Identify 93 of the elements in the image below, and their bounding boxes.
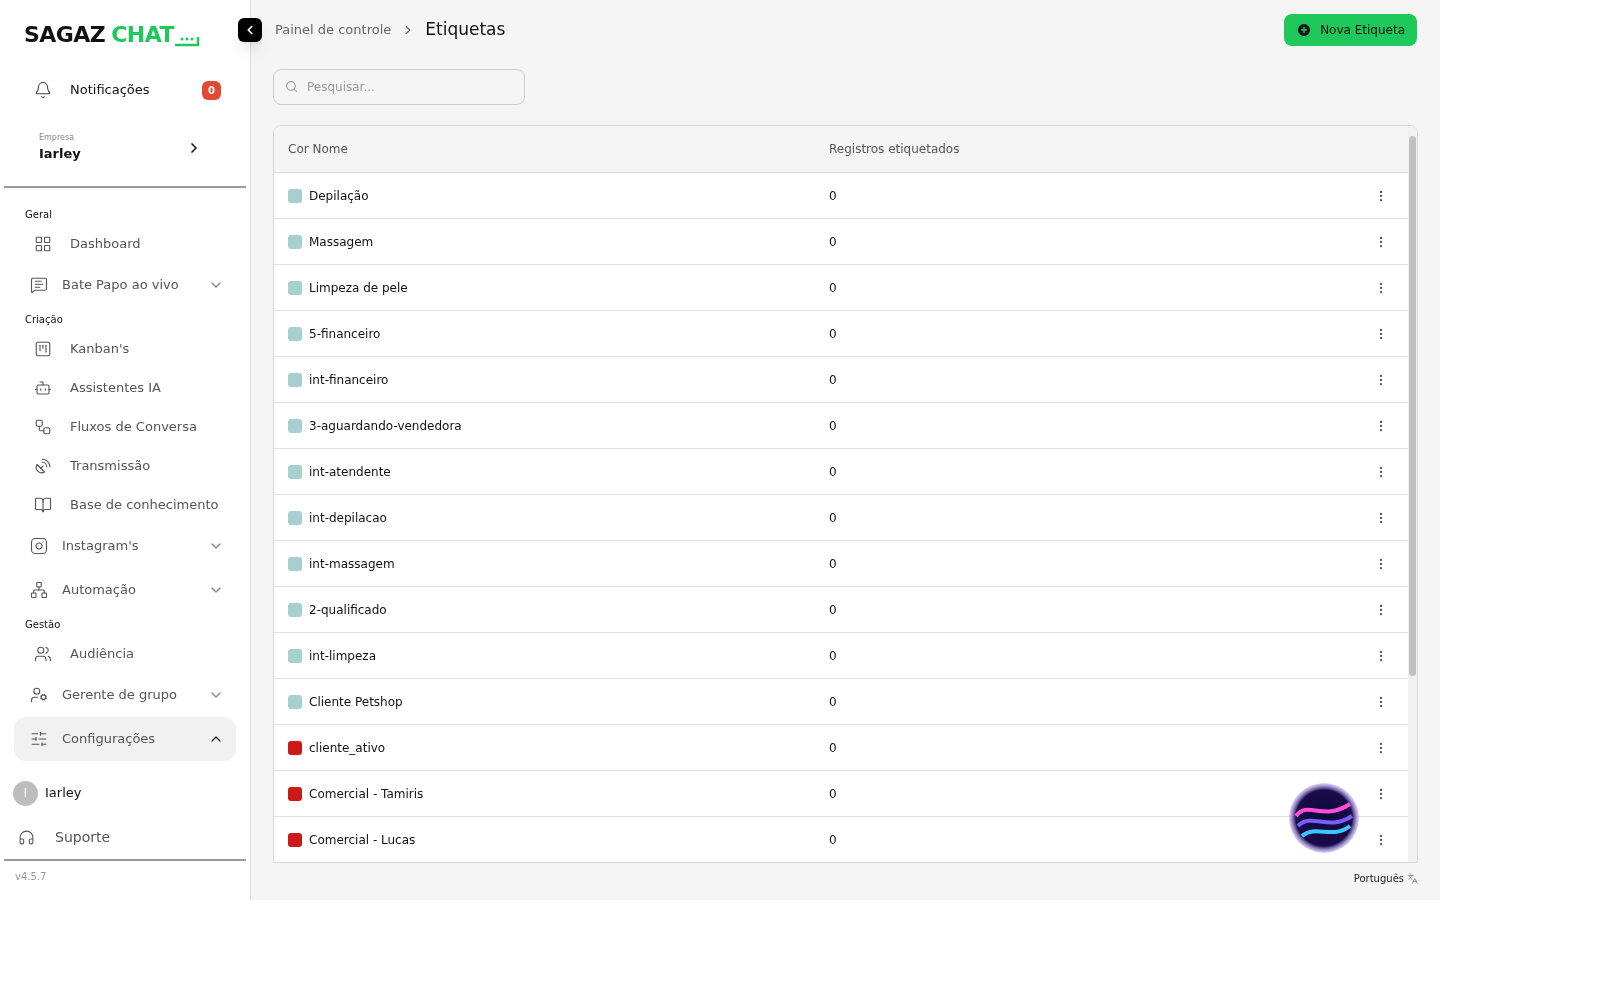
- record-count: 0: [829, 647, 838, 665]
- users-icon: [34, 644, 52, 663]
- nav-group[interactable]: Bate Papo ao vivo: [14, 263, 236, 307]
- table-row[interactable]: 2-qualificado 0: [274, 587, 1408, 633]
- user-gear-icon: [30, 686, 48, 704]
- kanban-icon: [34, 339, 52, 358]
- book-icon: [34, 495, 52, 514]
- company-selector[interactable]: Empresa Iarley: [0, 120, 250, 176]
- tag-name: int-massagem: [309, 555, 395, 573]
- breadcrumb-link[interactable]: Painel de controle: [275, 20, 392, 40]
- table-row[interactable]: int-massagem 0: [274, 541, 1408, 587]
- section-heading: Gestão: [24, 617, 62, 632]
- tag-name: Comercial - Lucas: [309, 831, 416, 849]
- table-row[interactable]: cliente_ativo 0: [274, 725, 1408, 771]
- support-item[interactable]: Suporte: [0, 815, 250, 859]
- record-count: 0: [829, 693, 838, 711]
- tag-name: Limpeza de pele: [309, 279, 408, 297]
- satellite-dish-icon: [34, 456, 52, 475]
- version-label: v4.5.7: [14, 870, 48, 884]
- nav-group[interactable]: Configurações: [14, 717, 236, 761]
- bell-icon: [34, 81, 52, 99]
- assistant-orb-icon[interactable]: [1288, 782, 1360, 854]
- flow-icon: [34, 417, 52, 436]
- record-count: 0: [829, 831, 838, 849]
- record-count: 0: [829, 325, 838, 343]
- tag-name: Cliente Petshop: [309, 693, 403, 711]
- sliders-icon: [30, 730, 48, 748]
- notification-count: 0: [202, 80, 221, 100]
- tag-name: Comercial - Tamiris: [309, 785, 424, 803]
- section-heading: Criação: [24, 312, 64, 327]
- table-row[interactable]: int-limpeza 0: [274, 633, 1408, 679]
- instagram-icon: [30, 537, 48, 555]
- record-count: 0: [829, 785, 838, 803]
- table-row[interactable]: Cliente Petshop 0: [274, 679, 1408, 725]
- record-count: 0: [829, 463, 838, 481]
- nav-item[interactable]: Kanban's: [14, 329, 236, 368]
- tag-name: Depilação: [309, 187, 369, 205]
- table-row[interactable]: Depilação 0: [274, 173, 1408, 219]
- robot-icon: [34, 378, 52, 397]
- tag-name: int-atendente: [309, 463, 391, 481]
- tag-name: cliente_ativo: [309, 739, 386, 757]
- scrollbar[interactable]: [1408, 126, 1417, 862]
- logo: SAGAZ CHAT: [24, 17, 200, 51]
- section-heading: Geral: [24, 207, 53, 222]
- headset-icon: [18, 828, 35, 846]
- record-count: 0: [829, 555, 838, 573]
- column-header: Registros etiquetados: [829, 141, 960, 158]
- table-row[interactable]: 5-financeiro 0: [274, 311, 1408, 357]
- collapse-sidebar-button[interactable]: [238, 18, 262, 42]
- tag-name: 5-financeiro: [309, 325, 381, 343]
- table-row[interactable]: int-financeiro 0: [274, 357, 1408, 403]
- column-header: Cor Nome: [287, 141, 349, 158]
- record-count: 0: [829, 187, 838, 205]
- avatar: I: [13, 780, 38, 806]
- tag-name: int-depilacao: [309, 509, 387, 527]
- tag-name: 2-qualificado: [309, 601, 387, 619]
- language-selector[interactable]: Português: [1353, 871, 1418, 886]
- dashboard-icon: [34, 234, 52, 253]
- page-title: Etiquetas: [425, 18, 506, 42]
- table-row[interactable]: int-atendente 0: [274, 449, 1408, 495]
- nav-item[interactable]: Audiência: [14, 634, 236, 673]
- record-count: 0: [829, 417, 838, 435]
- nav-item[interactable]: Fluxos de Conversa: [14, 407, 236, 446]
- tag-name: 3-aguardando-vendedora: [309, 417, 462, 435]
- nav-item[interactable]: Base de conhecimento: [14, 485, 236, 524]
- nav-item[interactable]: Assistentes IA: [14, 368, 236, 407]
- chat-icon: [30, 276, 48, 294]
- tag-name: int-financeiro: [309, 371, 389, 389]
- search-field[interactable]: Pesquisar...: [273, 69, 525, 105]
- table-row[interactable]: Massagem 0: [274, 219, 1408, 265]
- table-row[interactable]: 3-aguardando-vendedora 0: [274, 403, 1408, 449]
- nav-group[interactable]: Instagram's: [14, 524, 236, 568]
- translate-icon: [1407, 873, 1418, 884]
- network-icon: [30, 581, 48, 599]
- table-row[interactable]: int-depilacao 0: [274, 495, 1408, 541]
- plus-circle-icon: [1296, 22, 1313, 38]
- user-item[interactable]: I Iarley: [0, 775, 250, 811]
- nav-item[interactable]: Transmissão: [14, 446, 236, 485]
- nav-group[interactable]: Gerente de grupo: [14, 673, 236, 717]
- nav-item[interactable]: Dashboard: [14, 224, 236, 263]
- record-count: 0: [829, 739, 838, 757]
- record-count: 0: [829, 601, 838, 619]
- table-row[interactable]: Limpeza de pele 0: [274, 265, 1408, 311]
- tag-name: Massagem: [309, 233, 374, 251]
- tag-name: int-limpeza: [309, 647, 376, 665]
- record-count: 0: [829, 371, 838, 389]
- nav-group[interactable]: Automação: [14, 568, 236, 612]
- record-count: 0: [829, 279, 838, 297]
- notifications-item[interactable]: Notificações 0: [0, 72, 250, 108]
- search-icon: [285, 80, 298, 93]
- record-count: 0: [829, 233, 838, 251]
- new-tag-button[interactable]: Nova Etiqueta: [1284, 14, 1417, 46]
- record-count: 0: [829, 509, 838, 527]
